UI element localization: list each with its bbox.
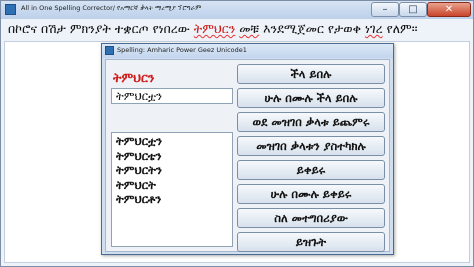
about-button[interactable]: ስለ መተግበሪያው (237, 208, 385, 228)
suggestion-item[interactable]: ትምህርቶን (116, 192, 228, 207)
suggestion-item[interactable]: ትምህርቷን (116, 134, 228, 149)
window-title: All in One Spelling Corrector/ የአማርኛ ቃላት… (21, 4, 202, 12)
misspelled-word-highlight[interactable]: ትምህርን (194, 21, 235, 36)
misspelled-word[interactable]: ነገረ (365, 21, 383, 36)
ignore-button[interactable]: ችላ ይበሉ (237, 64, 385, 84)
maximize-button[interactable]: □ (399, 2, 427, 17)
dialog-title-bar[interactable]: Spelling: Amharic Power Geez Unicode1 (102, 44, 393, 58)
text-segment: የለም፡፡ (382, 21, 418, 36)
dialog-icon (105, 46, 114, 55)
add-to-dictionary-button[interactable]: ወደ መዝገበ ቃላቱ ይጨምሩ (237, 112, 385, 132)
ignore-all-button[interactable]: ሁሉ በሙሉ ችላ ይበሉ (237, 88, 385, 108)
text-segment: በኮሮና በሽታ ምክንያት ተቋርጦ የነበረው (8, 21, 194, 36)
minimize-button[interactable]: – (371, 2, 399, 17)
suggestions-list[interactable]: ትምህርቷን ትምህርቴን ትምህርትን ትምህርት ትምህርቶን (111, 132, 233, 247)
change-all-button[interactable]: ሁሉ በሙሉ ይቀይሩ (237, 184, 385, 204)
app-icon (5, 4, 16, 15)
suggestion-item[interactable]: ትምህርት (116, 178, 228, 193)
dialog-close-button[interactable]: ይዝጉት (237, 232, 385, 252)
dialog-title: Spelling: Amharic Power Geez Unicode1 (117, 46, 247, 54)
suggestion-item[interactable]: ትምህርትን (116, 163, 228, 178)
spelling-dialog: Spelling: Amharic Power Geez Unicode1 ትም… (101, 43, 394, 255)
misspelled-word[interactable]: መቹ (239, 21, 259, 36)
suggestion-item[interactable]: ትምህርቴን (116, 149, 228, 164)
close-button[interactable]: ✕ (427, 2, 471, 17)
dialog-body: ትምህርን ትምህርቷን ትምህርቴን ትምህርትን ትምህርት ትምህርቶን … (105, 59, 390, 252)
replacement-input[interactable] (111, 88, 233, 104)
misspelled-word-label: ትምህርን (113, 70, 155, 85)
edit-dictionary-button[interactable]: መዝገበ ቃላቱን ያስተካክሉ (237, 136, 385, 156)
text-segment: እንደሚጀመር የታወቀ (259, 21, 365, 36)
document-text[interactable]: በኮሮና በሽታ ምክንያት ተቋርጦ የነበረው ትምህርን መቹ እንደሚጀ… (8, 21, 468, 39)
change-button[interactable]: ይቀይሩ (237, 160, 385, 180)
main-title-bar[interactable]: All in One Spelling Corrector/ የአማርኛ ቃላት… (1, 1, 473, 19)
